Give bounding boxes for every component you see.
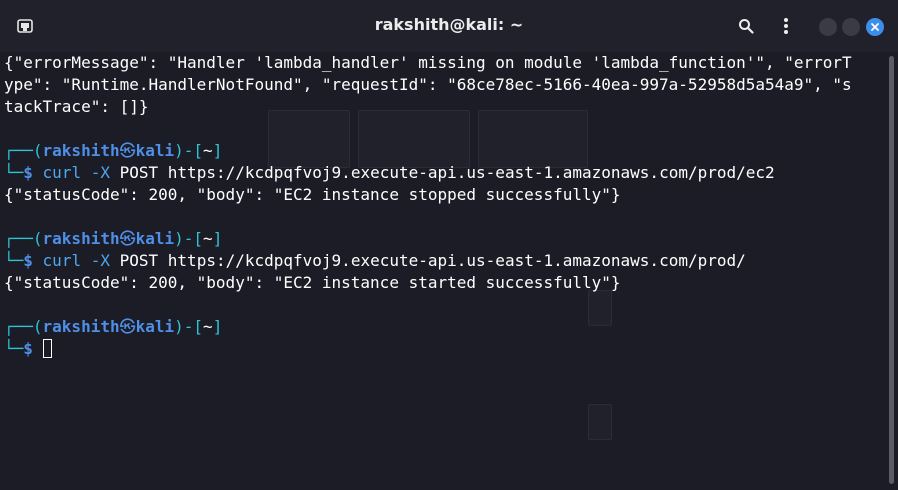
menu-button[interactable] (776, 16, 796, 36)
scrollbar-thumb[interactable] (889, 56, 894, 484)
prompt-frame: └─ (4, 251, 24, 270)
output-line: ype": "Runtime.HandlerNotFound", "reques… (4, 75, 852, 94)
prompt-header: ┌──(rakshith㉿kali)-[~] (4, 316, 222, 338)
output-line: {"errorMessage": "Handler 'lambda_handle… (4, 53, 852, 72)
terminal-output[interactable]: {"errorMessage": "Handler 'lambda_handle… (0, 52, 886, 490)
skull-icon: ㉿ (119, 317, 136, 336)
prompt-frame: └─ (4, 163, 24, 182)
prompt-header: ┌──(rakshith㉿kali)-[~] (4, 228, 222, 250)
prompt-host: kali (135, 317, 175, 336)
prompt-header: ┌──(rakshith㉿kali)-[~] (4, 140, 222, 162)
search-button[interactable] (736, 16, 756, 36)
title-bar: rakshith@kali: ~ (0, 0, 898, 52)
prompt-dollar: $ (23, 339, 33, 358)
prompt-dollar: $ (23, 163, 33, 182)
command-line: └─$ curl -X POST https://kcdpqfvoj9.exec… (4, 162, 775, 184)
prompt-host: kali (135, 229, 175, 248)
prompt-frame: ] (212, 229, 223, 248)
prompt-dollar: $ (23, 251, 33, 270)
output-line: tackTrace": []} (4, 97, 149, 116)
prompt-frame: )-[ (174, 229, 204, 248)
command-line: └─$ curl -X POST https://kcdpqfvoj9.exec… (4, 250, 746, 272)
command-args: POST https://kcdpqfvoj9.execute-api.us-e… (119, 163, 775, 182)
command-option: -X (90, 251, 110, 270)
prompt-dir: ~ (203, 141, 213, 160)
command-name: curl (42, 251, 82, 270)
prompt-host: kali (135, 141, 175, 160)
search-icon (739, 19, 754, 34)
command-args: POST https://kcdpqfvoj9.execute-api.us-e… (119, 251, 746, 270)
prompt-frame: ┌──( (4, 229, 43, 248)
active-command-line[interactable]: └─$ (4, 338, 52, 360)
minimize-button[interactable] (819, 18, 837, 36)
prompt-frame: ┌──( (4, 141, 43, 160)
close-icon (871, 23, 879, 31)
command-name: curl (42, 163, 82, 182)
close-button[interactable] (866, 18, 884, 36)
prompt-frame: └─ (4, 339, 24, 358)
kebab-menu-icon (784, 18, 788, 34)
skull-icon: ㉿ (119, 229, 136, 248)
prompt-frame: ┌──( (4, 317, 43, 336)
prompt-frame: ] (212, 317, 223, 336)
prompt-frame: ] (212, 141, 223, 160)
prompt-dir: ~ (203, 317, 213, 336)
prompt-user: rakshith (42, 229, 120, 248)
prompt-frame: )-[ (174, 317, 204, 336)
text-cursor (42, 339, 52, 358)
scrollbar[interactable] (886, 52, 898, 490)
window-title: rakshith@kali: ~ (374, 15, 524, 34)
prompt-user: rakshith (42, 317, 120, 336)
command-result: {"statusCode": 200, "body": "EC2 instanc… (4, 273, 621, 292)
command-option: -X (90, 163, 110, 182)
terminal-window: rakshith@kali: ~ {"errorMessage": "Handl… (0, 0, 898, 490)
prompt-frame: )-[ (174, 141, 204, 160)
prompt-user: rakshith (42, 141, 120, 160)
command-result: {"statusCode": 200, "body": "EC2 instanc… (4, 185, 621, 204)
prompt-dir: ~ (203, 229, 213, 248)
skull-icon: ㉿ (119, 141, 136, 160)
maximize-button[interactable] (842, 18, 860, 36)
